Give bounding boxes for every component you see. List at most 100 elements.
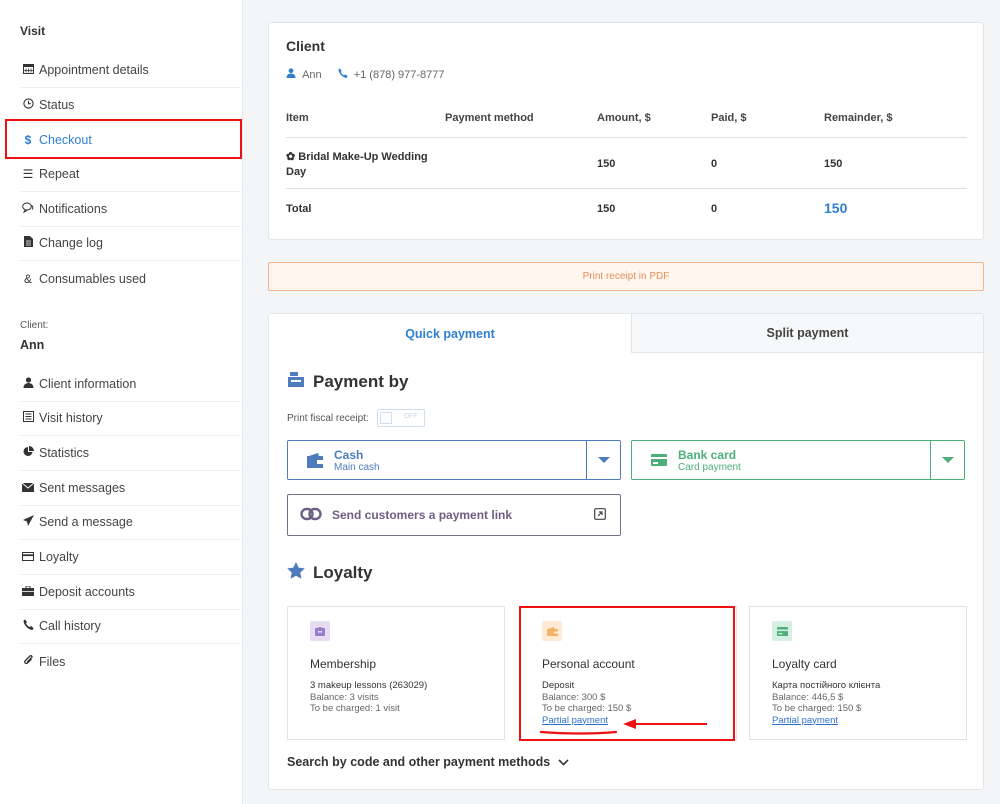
- credit-card-icon: [640, 453, 678, 467]
- sidebar-item-files[interactable]: Files: [20, 644, 241, 679]
- link-icon: &: [23, 271, 32, 286]
- sidebar-item-client-information[interactable]: Client information: [20, 367, 241, 402]
- table-row-item[interactable]: ✿ Bridal Make-Up Wedding Day: [286, 150, 436, 180]
- col-header-paid: Paid, $: [711, 112, 747, 124]
- user-icon: [20, 377, 36, 391]
- sidebar-item-label: Statistics: [39, 446, 90, 460]
- phone-icon: [338, 68, 351, 81]
- membership-details: 3 makeup lessons (263029) Balance: 3 vis…: [310, 680, 428, 714]
- chevron-down-icon: [558, 755, 569, 769]
- loyalty-card-loyalty-card[interactable]: Loyalty card Карта постійного клієнта Ba…: [749, 606, 967, 740]
- col-header-payment-method: Payment method: [445, 112, 534, 124]
- loyalty-card-details: Карта постійного клієнта Balance: 446,5 …: [772, 680, 881, 727]
- print-receipt-button[interactable]: Print receipt in PDF: [268, 262, 984, 291]
- sidebar-item-status[interactable]: Status: [20, 88, 241, 123]
- send-payment-link-button[interactable]: Send customers a payment link: [287, 494, 621, 536]
- bank-card-payment-button[interactable]: Bank card Card payment: [631, 440, 965, 480]
- tab-split-payment[interactable]: Split payment: [631, 314, 983, 353]
- cash-subtitle: Main cash: [334, 461, 380, 473]
- chain-link-icon: [300, 507, 322, 524]
- client-summary-card: Client Ann +1 (878) 977-8777 Item Paymen…: [268, 22, 984, 240]
- credit-card-icon: [772, 621, 792, 641]
- sidebar-item-label: Visit history: [39, 411, 103, 425]
- client-card-title: Client: [286, 38, 325, 54]
- payment-by-heading: Payment by: [287, 370, 408, 393]
- sidebar-item-repeat[interactable]: ☰ Repeat: [20, 157, 241, 192]
- loyalty-heading: Loyalty: [287, 562, 373, 584]
- col-header-amount: Amount, $: [597, 112, 651, 124]
- cash-title: Cash: [334, 447, 364, 462]
- sidebar-item-call-history[interactable]: Call history: [20, 609, 241, 644]
- history-icon: [20, 411, 36, 425]
- client-name: Ann: [20, 338, 45, 352]
- membership-name: Membership: [310, 657, 377, 671]
- sidebar-item-label: Change log: [39, 236, 103, 250]
- visit-section-title: Visit: [20, 24, 46, 38]
- list-icon: ☰: [22, 167, 34, 181]
- card-icon: [20, 550, 36, 564]
- client-contact-name[interactable]: Ann: [286, 68, 322, 81]
- client-contacts: Ann +1 (878) 977-8777: [286, 68, 445, 81]
- fiscal-receipt-row: Print fiscal receipt: OFF: [287, 409, 425, 427]
- sidebar-item-label: Call history: [39, 619, 101, 633]
- fiscal-receipt-toggle[interactable]: OFF: [376, 409, 425, 427]
- sidebar-item-appointment-details[interactable]: Appointment details: [20, 53, 241, 88]
- table-row-amount: 150: [597, 158, 616, 170]
- sidebar-item-label: Status: [39, 98, 75, 112]
- sidebar-item-label: Deposit accounts: [39, 585, 135, 599]
- sidebar-item-sent-messages[interactable]: Sent messages: [20, 471, 241, 506]
- client-label: Client:: [20, 320, 49, 331]
- sidebar: Visit Appointment details Status $ Check…: [0, 0, 243, 804]
- bank-card-title: Bank card: [678, 447, 737, 462]
- payment-card: Quick payment Split payment Payment by P…: [268, 313, 984, 790]
- loyalty-card-partial-payment-link[interactable]: Partial payment: [772, 715, 880, 727]
- sidebar-item-label: Consumables used: [39, 271, 147, 286]
- phone-icon: [20, 619, 36, 633]
- client-contact-phone[interactable]: +1 (878) 977-8777: [338, 68, 445, 81]
- paperclip-icon: [20, 654, 36, 669]
- wallet-icon: [296, 452, 334, 468]
- tab-quick-payment[interactable]: Quick payment: [269, 314, 631, 353]
- file-icon: [20, 236, 36, 250]
- sidebar-item-change-log[interactable]: Change log: [20, 226, 241, 261]
- col-header-item: Item: [286, 112, 309, 124]
- bank-card-dropdown-toggle[interactable]: [930, 441, 964, 479]
- sidebar-item-statistics[interactable]: Statistics: [20, 436, 241, 471]
- cash-dropdown-toggle[interactable]: [586, 441, 620, 479]
- bank-card-subtitle: Card payment: [678, 461, 741, 473]
- table-row-paid: 0: [711, 158, 718, 170]
- send-icon: [20, 515, 36, 529]
- total-paid: 0: [711, 203, 718, 215]
- clock-icon: [20, 98, 36, 112]
- sidebar-item-label: Files: [39, 654, 66, 669]
- calendar-icon: [20, 63, 36, 77]
- fiscal-receipt-label: Print fiscal receipt:: [287, 412, 369, 424]
- loyalty-card-membership[interactable]: Membership 3 makeup lessons (263029) Bal…: [287, 606, 505, 740]
- service-icon: ✿: [286, 151, 296, 163]
- sidebar-item-visit-history[interactable]: Visit history: [20, 401, 241, 436]
- col-header-remainder: Remainder, $: [824, 112, 893, 124]
- toggle-state: OFF: [403, 413, 418, 420]
- sidebar-item-send-a-message[interactable]: Send a message: [20, 505, 241, 540]
- table-divider: [286, 188, 967, 189]
- envelope-icon: [20, 481, 36, 495]
- chat-icon: [20, 202, 36, 216]
- sidebar-item-label: Notifications: [39, 202, 108, 216]
- total-remainder: 150: [824, 200, 848, 216]
- sidebar-item-consumables-used[interactable]: & Consumables used: [20, 261, 241, 296]
- external-link-icon: [594, 507, 606, 523]
- chevron-down-icon: [941, 457, 954, 463]
- annotation-arrow: [539, 719, 707, 735]
- sidebar-item-notifications[interactable]: Notifications: [20, 192, 241, 227]
- total-amount: 150: [597, 203, 616, 215]
- toggle-knob: [379, 412, 392, 424]
- sidebar-item-label: Appointment details: [39, 63, 149, 77]
- loyalty-card-name: Loyalty card: [772, 657, 837, 671]
- cash-payment-button[interactable]: Cash Main cash: [287, 440, 621, 480]
- user-icon: [286, 68, 299, 81]
- chevron-down-icon: [597, 457, 610, 463]
- sidebar-item-loyalty[interactable]: Loyalty: [20, 540, 241, 575]
- sidebar-item-deposit-accounts[interactable]: Deposit accounts: [20, 575, 241, 610]
- search-other-payment-methods[interactable]: Search by code and other payment methods: [287, 755, 569, 769]
- checkout-highlight-box: [5, 119, 242, 159]
